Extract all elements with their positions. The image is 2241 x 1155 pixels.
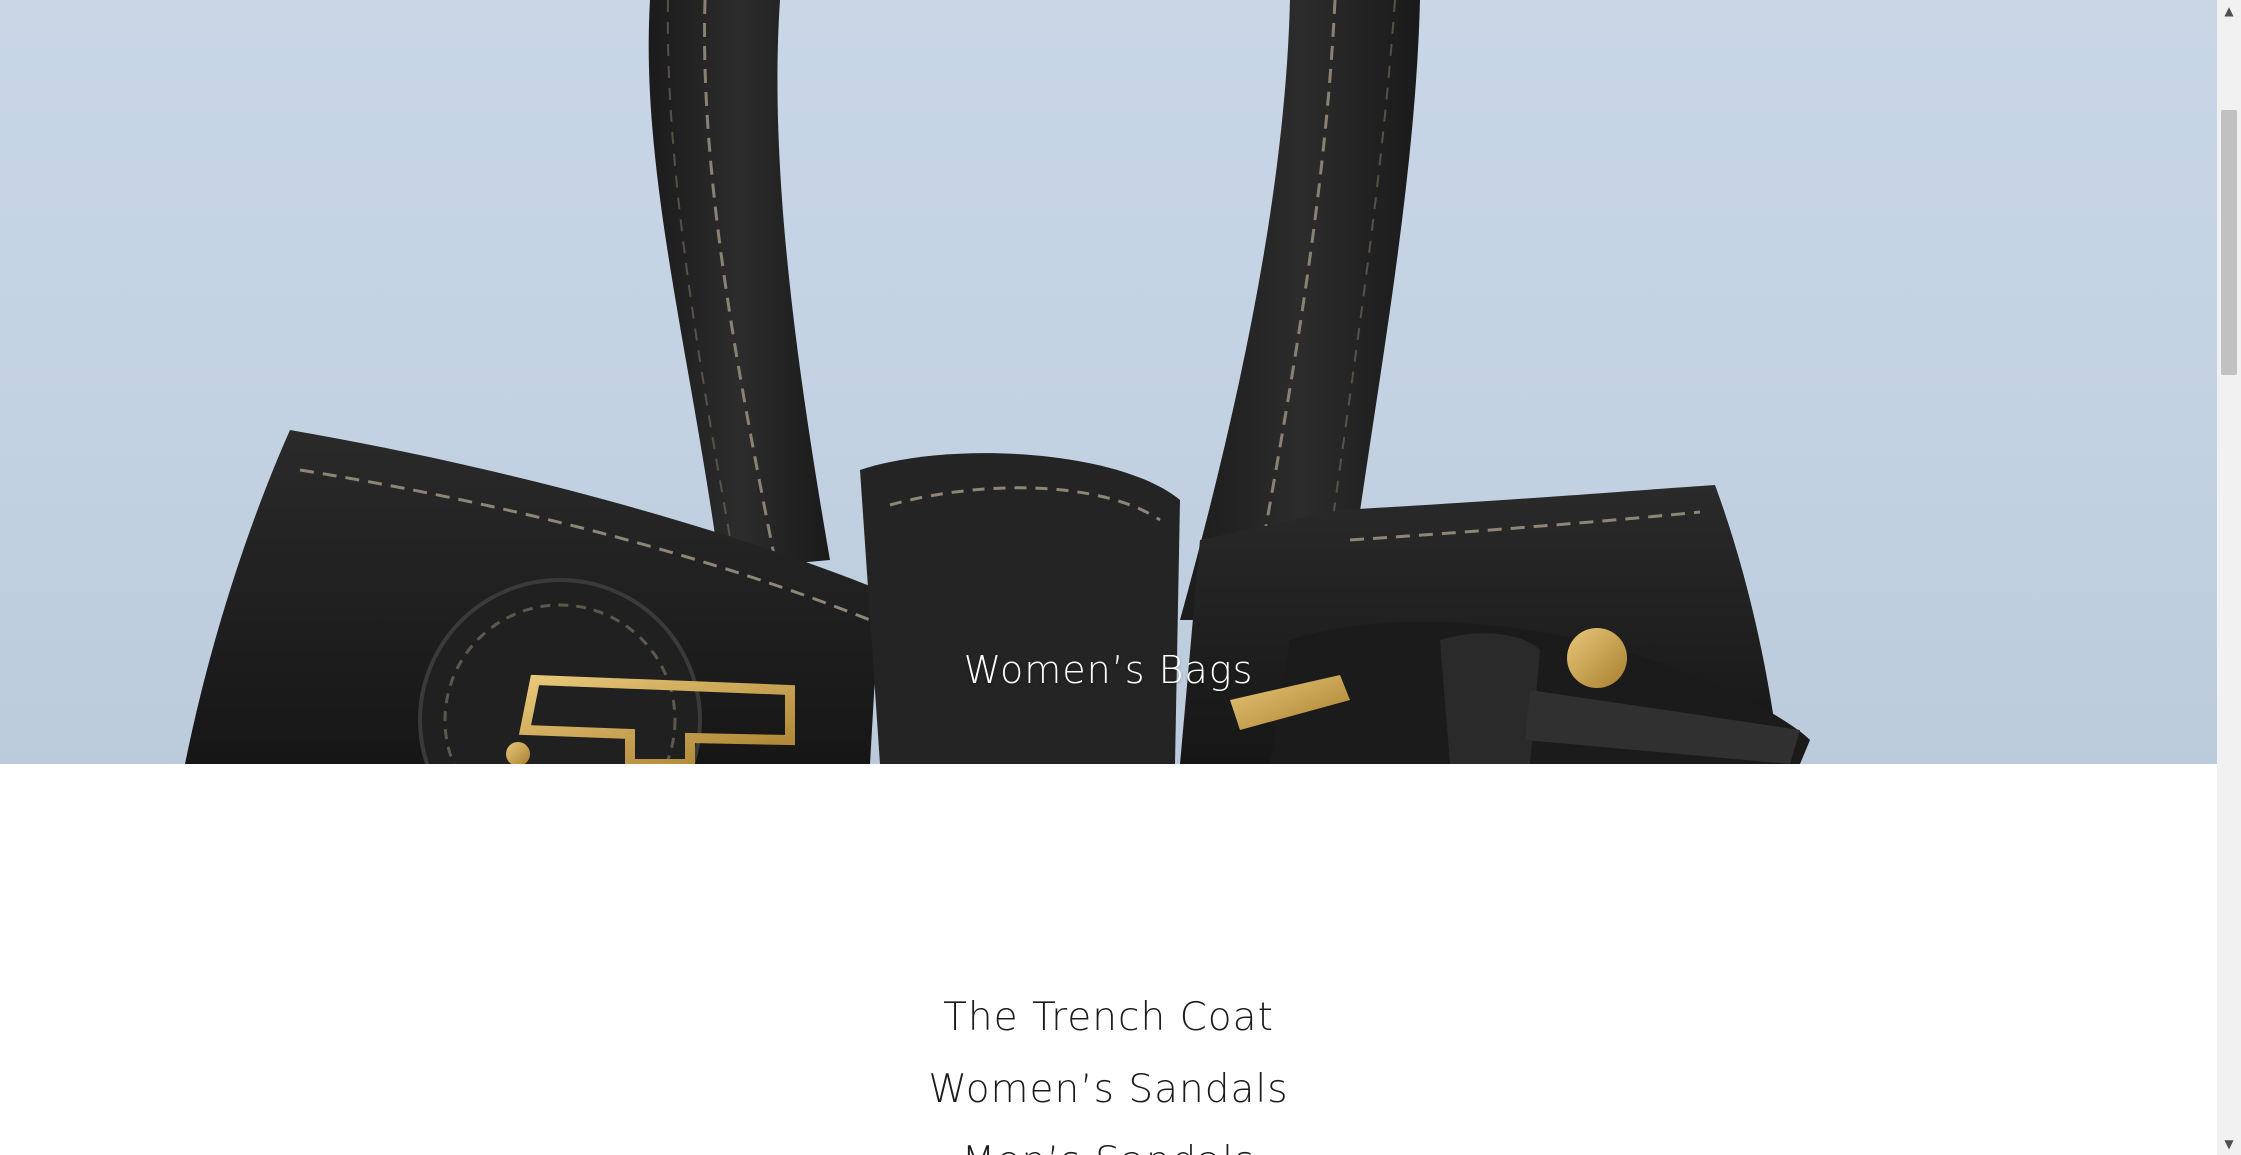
scrollbar-thumb[interactable]: [2221, 110, 2237, 375]
hero-banner[interactable]: Women’s Bags: [0, 0, 2217, 764]
scroll-up-icon[interactable]: ▲: [2217, 0, 2241, 22]
hero-title[interactable]: Women’s Bags: [0, 648, 2217, 692]
menu-item-womens-sandals[interactable]: Women’s Sandals: [0, 1067, 2217, 1112]
vertical-scrollbar[interactable]: ▲ ▼: [2217, 0, 2241, 1155]
menu-item-trench-coat[interactable]: The Trench Coat: [0, 995, 2217, 1040]
page: Women’s Bags The Trench Coat Women’s San…: [0, 0, 2217, 1155]
menu-item-mens-sandals[interactable]: Men’s Sandals: [0, 1139, 2217, 1155]
scroll-down-icon[interactable]: ▼: [2217, 1133, 2241, 1155]
